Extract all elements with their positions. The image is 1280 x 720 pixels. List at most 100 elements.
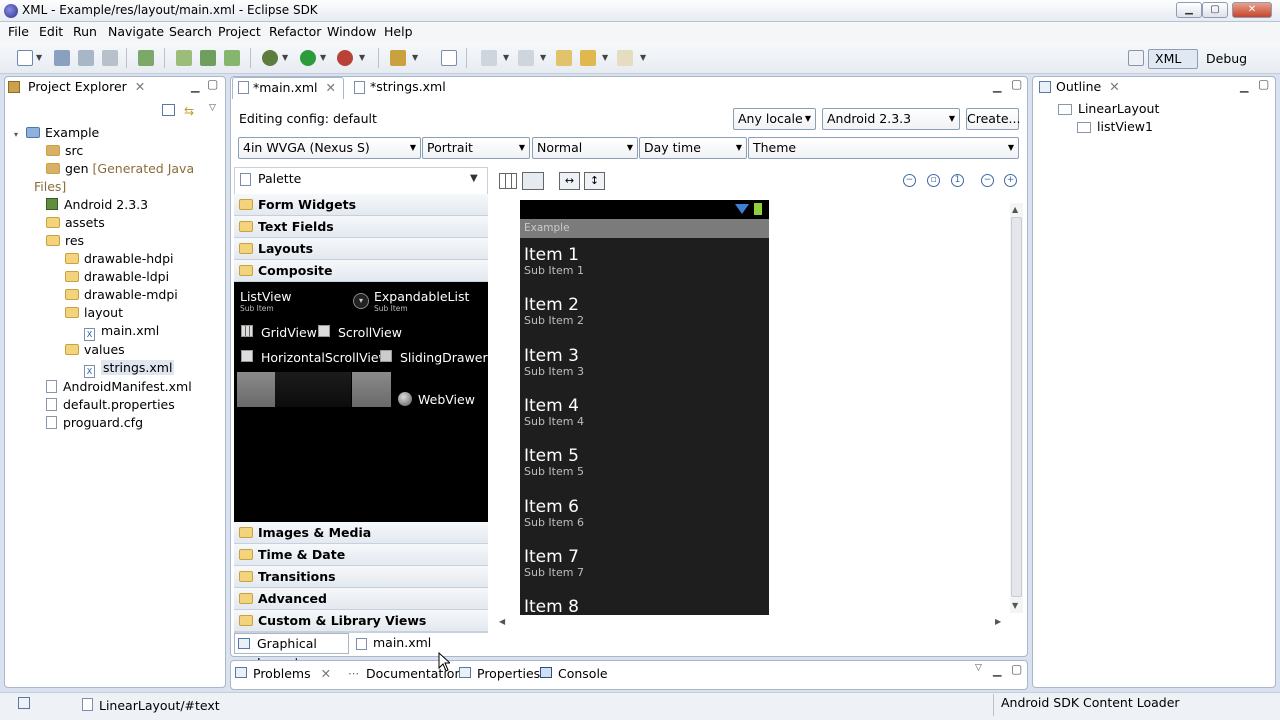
prev-annotation-icon[interactable]: [518, 50, 534, 66]
forward-arrow-icon[interactable]: [617, 50, 633, 66]
minimize-panel-icon[interactable]: ▁: [191, 80, 199, 93]
chevron-down-icon[interactable]: ▼: [282, 53, 288, 62]
close-icon[interactable]: ✕: [135, 79, 145, 94]
new-xml-file-icon[interactable]: [224, 50, 240, 66]
zoom-real-icon[interactable]: ▫: [927, 174, 940, 187]
palette-group-time-date[interactable]: Time & Date: [234, 544, 488, 566]
minimize-button[interactable]: ▁: [1176, 2, 1202, 18]
tree-item-proguard[interactable]: proguard.cfg: [14, 414, 224, 432]
list-item[interactable]: Item 6 Sub Item 6: [524, 497, 584, 529]
debug-icon[interactable]: [262, 50, 278, 66]
close-icon[interactable]: ✕: [326, 80, 336, 95]
theme-select[interactable]: Theme ▼: [748, 137, 1019, 159]
menu-run[interactable]: Run: [73, 24, 97, 39]
tab-project-explorer[interactable]: Project Explorer ✕: [8, 77, 158, 99]
run-icon[interactable]: [300, 50, 316, 66]
last-edit-icon[interactable]: [556, 50, 572, 66]
chevron-down-icon[interactable]: ▼: [36, 53, 42, 62]
create-button[interactable]: Create...: [966, 108, 1020, 130]
close-icon[interactable]: ✕: [321, 666, 331, 681]
tree-item-drawable-ldpi[interactable]: drawable-ldpi: [14, 268, 224, 286]
close-icon[interactable]: ✕: [1109, 79, 1119, 94]
link-editor-icon[interactable]: ⇆: [184, 104, 194, 118]
tab-properties[interactable]: Properties: [477, 666, 540, 681]
fill-height-icon[interactable]: ↕: [584, 172, 605, 190]
scroll-left-icon[interactable]: ◀: [499, 617, 505, 626]
external-tools-icon[interactable]: [337, 50, 353, 66]
tree-item-values[interactable]: values: [14, 341, 224, 359]
tree-item-example[interactable]: ▾ Example: [14, 124, 224, 142]
list-item[interactable]: Item 7 Sub Item 7: [524, 547, 584, 579]
tree-item-drawable-hdpi[interactable]: drawable-hdpi: [14, 250, 224, 268]
chevron-down-icon[interactable]: ▼: [503, 53, 509, 62]
maximize-button[interactable]: ▢: [1202, 2, 1228, 18]
list-item[interactable]: Item 3 Sub Item 3: [524, 346, 584, 378]
palette-group-custom[interactable]: Custom & Library Views: [234, 610, 488, 632]
tree-item-layout[interactable]: layout: [14, 304, 224, 322]
chevron-down-icon[interactable]: ▼: [540, 53, 546, 62]
tree-item-manifest[interactable]: AndroidManifest.xml: [14, 378, 224, 396]
widget-horizontalscrollview[interactable]: HorizontalScrollView: [261, 350, 389, 365]
tree-item-gen[interactable]: gen [Generated Java Files]: [14, 160, 224, 196]
tree-item-res[interactable]: res: [14, 232, 224, 250]
palette-group-transitions[interactable]: Transitions: [234, 566, 488, 588]
menu-search[interactable]: Search: [169, 24, 212, 39]
open-perspective-icon[interactable]: [1128, 50, 1144, 66]
new-android-project-icon[interactable]: [176, 50, 192, 66]
palette-group-images-media[interactable]: Images & Media: [234, 522, 488, 544]
widget-expandablelist[interactable]: ExpandableList Sub Item: [374, 289, 469, 313]
vertical-scrollbar[interactable]: ▲ ▼: [1010, 203, 1023, 613]
tabhost-tab-left[interactable]: [237, 372, 275, 407]
chevron-down-icon[interactable]: ▼: [470, 173, 478, 184]
tree-item-drawable-mdpi[interactable]: drawable-mdpi: [14, 286, 224, 304]
layout-horizontal-icon[interactable]: [499, 173, 517, 189]
tree-item-android-lib[interactable]: Android 2.3.3: [14, 196, 224, 214]
tree-item-main-xml[interactable]: Xmain.xml: [14, 322, 224, 341]
chevron-down-icon[interactable]: ▼: [412, 53, 418, 62]
list-item[interactable]: Item 2 Sub Item 2: [524, 295, 584, 327]
tree-item-strings-xml[interactable]: Xstrings.xml: [14, 359, 224, 378]
outline-child[interactable]: listView1: [1077, 118, 1153, 136]
print-icon[interactable]: [102, 50, 118, 66]
view-menu-icon[interactable]: ▽: [975, 663, 982, 673]
minimize-panel-icon[interactable]: ▁: [993, 664, 1001, 677]
scroll-down-icon[interactable]: ▼: [1012, 601, 1018, 610]
tree-item-assets[interactable]: assets: [14, 214, 224, 232]
maximize-panel-icon[interactable]: ▢: [207, 77, 218, 91]
scroll-thumb[interactable]: [1011, 217, 1022, 597]
save-all-icon[interactable]: [78, 50, 94, 66]
list-item[interactable]: Item 4 Sub Item 4: [524, 396, 584, 428]
widget-slidingdrawer[interactable]: SlidingDrawer: [400, 350, 488, 365]
tab-problems[interactable]: Problems ✕: [253, 666, 331, 681]
target-select[interactable]: Android 2.3.3 ▼: [822, 108, 960, 130]
palette-group-layouts[interactable]: Layouts: [234, 238, 488, 260]
device-preview[interactable]: Example Item 1 Sub Item 1 Item 2 Sub Item …: [520, 200, 769, 615]
horizontal-scrollbar[interactable]: ◀ ▶: [497, 617, 1005, 629]
tabhost-tab-right[interactable]: [352, 372, 391, 407]
save-icon[interactable]: [54, 50, 70, 66]
fill-width-icon[interactable]: ↔: [559, 172, 580, 190]
time-select[interactable]: Day time ▼: [639, 137, 747, 159]
zoom-out-2-icon[interactable]: −: [981, 174, 994, 187]
collapse-all-icon[interactable]: [162, 104, 175, 116]
new-icon[interactable]: [17, 50, 33, 66]
zoom-out-icon[interactable]: −: [903, 174, 916, 187]
mode-select[interactable]: Normal ▼: [532, 137, 638, 159]
perspective-xml[interactable]: XML: [1148, 49, 1198, 69]
palette-group-form-widgets[interactable]: Form Widgets: [234, 194, 488, 216]
orientation-select[interactable]: Portrait ▼: [422, 137, 530, 159]
widget-gridview[interactable]: GridView: [261, 325, 317, 340]
new-test-project-icon[interactable]: [200, 50, 216, 66]
layout-vertical-icon[interactable]: [522, 172, 544, 190]
perspective-debug[interactable]: Debug: [1206, 51, 1247, 66]
widget-scrollview[interactable]: ScrollView: [338, 325, 402, 340]
scroll-up-icon[interactable]: ▲: [1012, 205, 1018, 214]
tabhost-tab-center[interactable]: [275, 372, 351, 407]
tab-strings-xml[interactable]: *strings.xml: [350, 77, 460, 99]
maximize-panel-icon[interactable]: ▢: [1011, 662, 1022, 676]
minimize-panel-icon[interactable]: ▁: [1240, 80, 1248, 93]
list-item[interactable]: Item 8: [524, 597, 579, 615]
next-annotation-icon[interactable]: [481, 50, 497, 66]
android-sdk-icon[interactable]: [138, 50, 154, 66]
widget-webview[interactable]: WebView: [418, 392, 475, 407]
